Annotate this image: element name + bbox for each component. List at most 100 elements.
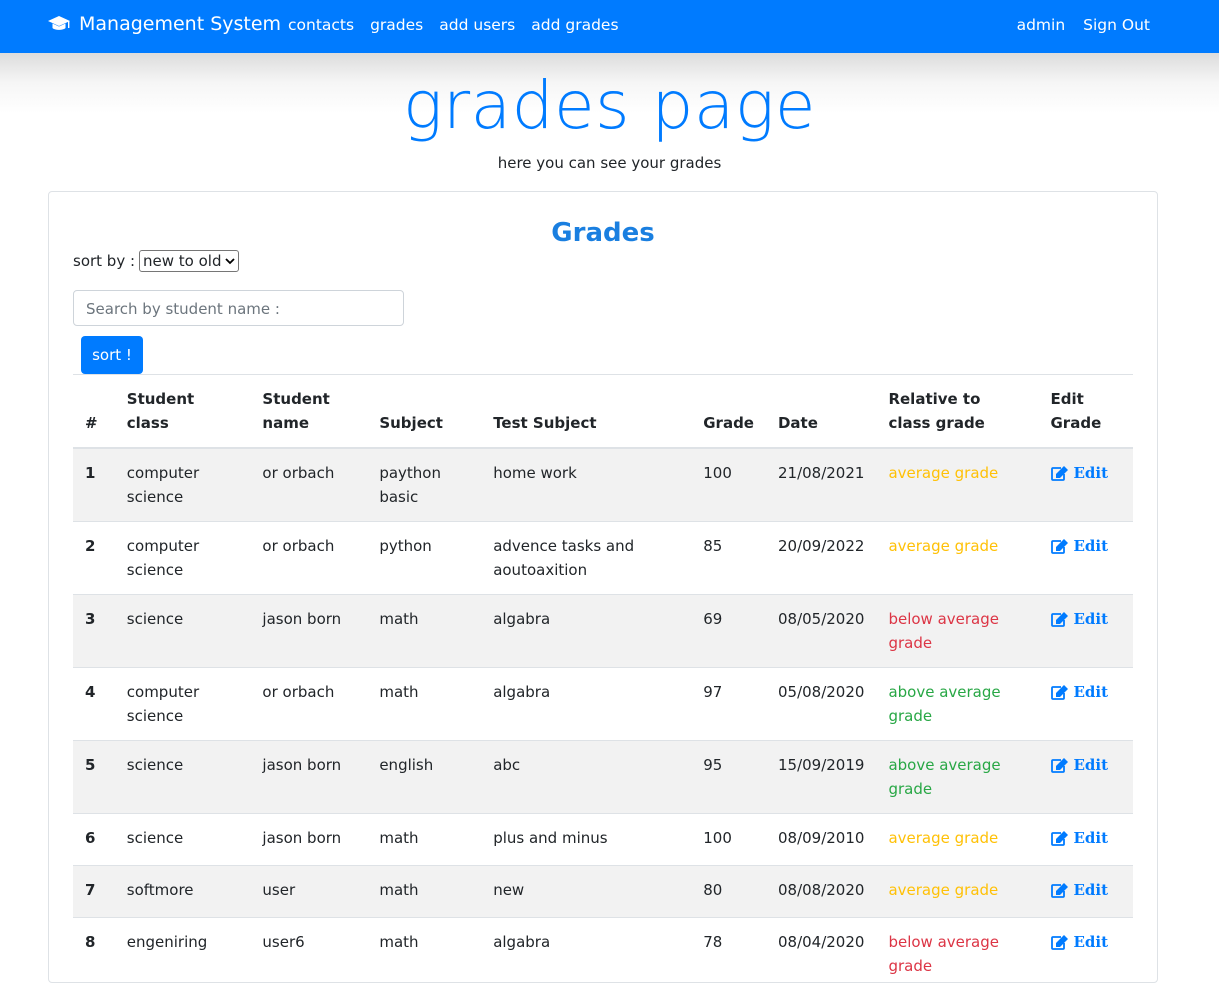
edit-icon xyxy=(1051,538,1069,554)
navbar: Management System contacts grades add us… xyxy=(0,0,1219,53)
page-subtitle: here you can see your grades xyxy=(0,154,1219,172)
edit-button[interactable]: Edit xyxy=(1051,930,1109,954)
cell-class: computer science xyxy=(115,668,251,741)
sort-button[interactable]: sort ! xyxy=(81,336,143,374)
edit-button[interactable]: Edit xyxy=(1051,753,1109,777)
nav-user-area: admin Sign Out xyxy=(1017,16,1150,34)
th-test: Test Subject xyxy=(481,375,691,449)
table-row: 7softmoreusermathnew8008/08/2020average … xyxy=(73,866,1133,918)
nav-link-add-users[interactable]: add users xyxy=(439,16,515,34)
cell-date: 20/09/2022 xyxy=(766,522,876,595)
table-row: 1computer scienceor orbachpaython basich… xyxy=(73,448,1133,522)
cell-index: 7 xyxy=(73,866,115,918)
edit-label: Edit xyxy=(1074,607,1109,631)
cell-grade: 80 xyxy=(691,866,766,918)
cell-test-subject: algabra xyxy=(481,595,691,668)
edit-icon xyxy=(1051,830,1069,846)
cell-relative: below average grade xyxy=(876,595,1038,668)
cell-class: softmore xyxy=(115,866,251,918)
cell-index: 8 xyxy=(73,918,115,990)
cell-student-name: or orbach xyxy=(250,668,367,741)
grades-card: Grades sort by : new to old Search by st… xyxy=(48,191,1158,983)
nav-link-grades[interactable]: grades xyxy=(370,16,423,34)
th-class: Student class xyxy=(115,375,251,449)
cell-student-name: jason born xyxy=(250,741,367,814)
cell-class: science xyxy=(115,741,251,814)
cell-index: 2 xyxy=(73,522,115,595)
th-relative: Relative to class grade xyxy=(876,375,1038,449)
search-input[interactable]: Search by student name : xyxy=(73,290,404,326)
page-title: grades page xyxy=(0,66,1219,146)
cell-relative: below average grade xyxy=(876,918,1038,990)
cell-edit: Edit xyxy=(1039,522,1134,595)
cell-grade: 100 xyxy=(691,814,766,866)
edit-button[interactable]: Edit xyxy=(1051,878,1109,902)
nav-link-contacts[interactable]: contacts xyxy=(288,16,354,34)
edit-icon xyxy=(1051,611,1069,627)
cell-relative: above average grade xyxy=(876,668,1038,741)
table-row: 2computer scienceor orbachpythonadvence … xyxy=(73,522,1133,595)
cell-relative: average grade xyxy=(876,522,1038,595)
signout-link[interactable]: Sign Out xyxy=(1083,16,1150,34)
brand[interactable]: Management System xyxy=(47,13,281,35)
cell-edit: Edit xyxy=(1039,595,1134,668)
cell-student-name: jason born xyxy=(250,595,367,668)
sort-by: sort by : new to old xyxy=(73,250,239,272)
table-row: 3sciencejason bornmathalgabra6908/05/202… xyxy=(73,595,1133,668)
cell-class: science xyxy=(115,814,251,866)
sort-select-value: new to old xyxy=(143,252,221,270)
cell-relative: average grade xyxy=(876,866,1038,918)
nav-link-add-grades[interactable]: add grades xyxy=(531,16,618,34)
edit-button[interactable]: Edit xyxy=(1051,826,1109,850)
th-index: # xyxy=(73,375,115,449)
edit-label: Edit xyxy=(1074,930,1109,954)
cell-date: 08/05/2020 xyxy=(766,595,876,668)
cell-subject: paython basic xyxy=(367,448,481,522)
edit-label: Edit xyxy=(1074,461,1109,485)
cell-test-subject: algabra xyxy=(481,918,691,990)
cell-test-subject: new xyxy=(481,866,691,918)
card-title: Grades xyxy=(49,218,1157,248)
cell-grade: 69 xyxy=(691,595,766,668)
edit-label: Edit xyxy=(1074,534,1109,558)
cell-subject: math xyxy=(367,668,481,741)
cell-relative: average grade xyxy=(876,814,1038,866)
cell-edit: Edit xyxy=(1039,448,1134,522)
nav-user[interactable]: admin xyxy=(1017,16,1066,34)
cell-student-name: user xyxy=(250,866,367,918)
brand-label: Management System xyxy=(79,13,281,35)
graduation-cap-icon xyxy=(47,15,71,33)
cell-grade: 78 xyxy=(691,918,766,990)
cell-grade: 100 xyxy=(691,448,766,522)
edit-button[interactable]: Edit xyxy=(1051,680,1109,704)
cell-class: computer science xyxy=(115,448,251,522)
sort-select[interactable]: new to old xyxy=(139,250,238,272)
th-grade: Grade xyxy=(691,375,766,449)
edit-button[interactable]: Edit xyxy=(1051,607,1109,631)
sort-label: sort by : xyxy=(73,252,135,270)
cell-date: 08/08/2020 xyxy=(766,866,876,918)
table-row: 8engeniringuser6mathalgabra7808/04/2020b… xyxy=(73,918,1133,990)
cell-student-name: user6 xyxy=(250,918,367,990)
cell-student-name: or orbach xyxy=(250,522,367,595)
cell-grade: 95 xyxy=(691,741,766,814)
cell-class: computer science xyxy=(115,522,251,595)
cell-test-subject: advence tasks and aoutoaxition xyxy=(481,522,691,595)
cell-index: 3 xyxy=(73,595,115,668)
cell-grade: 97 xyxy=(691,668,766,741)
table-row: 6sciencejason bornmathplus and minus1000… xyxy=(73,814,1133,866)
edit-icon xyxy=(1051,934,1069,950)
cell-subject: math xyxy=(367,595,481,668)
cell-subject: python xyxy=(367,522,481,595)
edit-button[interactable]: Edit xyxy=(1051,534,1109,558)
cell-class: engeniring xyxy=(115,918,251,990)
th-subject: Subject xyxy=(367,375,481,449)
cell-date: 21/08/2021 xyxy=(766,448,876,522)
edit-icon xyxy=(1051,882,1069,898)
cell-class: science xyxy=(115,595,251,668)
cell-index: 5 xyxy=(73,741,115,814)
cell-edit: Edit xyxy=(1039,741,1134,814)
cell-index: 1 xyxy=(73,448,115,522)
cell-edit: Edit xyxy=(1039,814,1134,866)
edit-button[interactable]: Edit xyxy=(1051,461,1109,485)
